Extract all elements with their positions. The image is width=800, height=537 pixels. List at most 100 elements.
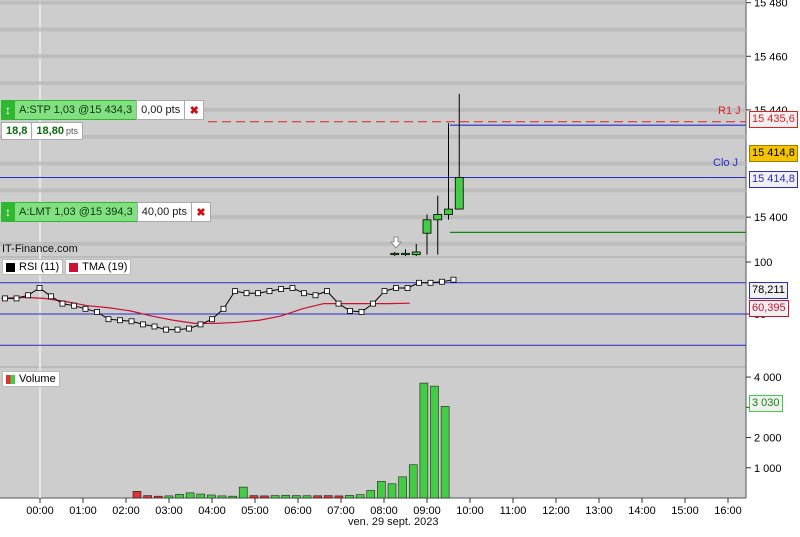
volume-swatch xyxy=(6,374,15,384)
volume-bar xyxy=(249,495,259,499)
volume-bar xyxy=(345,494,354,499)
volume-bar xyxy=(430,385,439,499)
rsi-point xyxy=(48,293,54,300)
volume-value-tag: 3 030 xyxy=(749,395,783,412)
candle-body xyxy=(454,177,464,210)
rsi-point xyxy=(105,316,112,323)
updown-arrow-icon[interactable]: ↕ xyxy=(1,100,15,120)
x-tick-label: 05:00 xyxy=(241,505,269,517)
volume-bar xyxy=(377,481,386,499)
clo-level-name: Clo J xyxy=(713,157,739,169)
x-tick-label: 12:00 xyxy=(542,505,570,517)
close-icon[interactable]: ✖ xyxy=(185,100,205,120)
volume-legend-label: Volume xyxy=(19,373,56,385)
rsi-legend-item[interactable]: RSI (11) xyxy=(2,259,64,275)
rsi-point xyxy=(25,292,31,299)
rsi-point xyxy=(255,290,261,297)
stop-order-ticket[interactable]: ↕ A:STP 1,03 @15 434,3 0,00 pts ✖ xyxy=(1,100,205,120)
volume-bar xyxy=(419,382,429,499)
x-tick-label: 06:00 xyxy=(284,505,312,517)
rsi-point xyxy=(393,285,399,291)
volume-bar xyxy=(408,464,418,499)
volume-bar xyxy=(143,495,152,499)
volume-bar xyxy=(398,476,407,499)
volume-bar xyxy=(313,495,322,499)
x-tick-label: 01:00 xyxy=(69,505,97,517)
rsi-point xyxy=(324,288,330,295)
volume-bar xyxy=(323,495,333,499)
tma-legend-label: TMA (19) xyxy=(82,261,128,273)
rsi-point xyxy=(450,276,457,283)
rsi-point xyxy=(140,321,146,328)
rsi-point xyxy=(151,323,158,330)
candle-body xyxy=(390,252,400,256)
current-price-value: 15 414,8 xyxy=(749,145,798,162)
stop-ticks-value: 18,8 xyxy=(1,122,33,140)
limit-order-points: 40,00 pts xyxy=(136,202,192,222)
price-y-tick-label: 15 480 xyxy=(754,0,788,10)
volume-bar xyxy=(292,495,301,499)
volume-panel-bg xyxy=(0,368,746,498)
volume-bar xyxy=(217,495,227,499)
tma-swatch xyxy=(69,262,79,272)
volume-bar xyxy=(440,406,450,499)
volume-bar xyxy=(175,494,184,499)
volume-bar xyxy=(153,495,163,499)
r1-level-value: 15 435,6 xyxy=(749,111,798,128)
rsi-point xyxy=(381,288,388,295)
rsi-point xyxy=(266,288,273,295)
rsi-point xyxy=(243,290,250,297)
stop-ticks-points: 18,80 pts xyxy=(32,122,83,140)
rsi-point xyxy=(186,325,192,332)
updown-arrow-icon[interactable]: ↕ xyxy=(1,202,15,222)
x-tick-label: 02:00 xyxy=(112,505,140,517)
date-label: ven. 29 sept. 2023 xyxy=(348,516,439,528)
rsi-point xyxy=(2,295,8,302)
volume-legend-item[interactable]: Volume xyxy=(2,371,60,387)
close-icon[interactable]: ✖ xyxy=(191,202,211,222)
tma-legend-item[interactable]: TMA (19) xyxy=(65,259,132,275)
volume-bar xyxy=(207,494,216,499)
x-tick-label: 15:00 xyxy=(671,505,699,517)
volume-bar xyxy=(260,495,269,499)
rsi-legend-label: RSI (11) xyxy=(19,261,60,273)
volume-bar xyxy=(334,495,344,499)
rsi-swatch xyxy=(6,262,15,272)
x-tick-label: 11:00 xyxy=(500,505,527,517)
volume-bar xyxy=(387,483,397,499)
rsi-point xyxy=(427,279,434,286)
trading-chart: 15 48015 46015 44015 400100504 0003 0002… xyxy=(0,0,800,532)
x-tick-label: 00:00 xyxy=(26,505,54,517)
rsi-point xyxy=(163,326,169,333)
stop-order-points: 0,00 pts xyxy=(136,100,186,120)
rsi-point xyxy=(358,309,365,315)
limit-order-label: A:LMT 1,03 @15 394,3 xyxy=(15,202,137,222)
clo-level-value: 15 414,8 xyxy=(749,171,798,188)
rsi-point xyxy=(71,302,77,309)
volume-bar xyxy=(366,490,376,499)
rsi-point xyxy=(416,279,422,286)
rsi-point xyxy=(347,307,353,314)
rsi-point xyxy=(289,285,296,291)
rsi-point xyxy=(117,317,123,324)
volume-bar xyxy=(185,492,195,499)
x-tick-label: 13:00 xyxy=(585,505,613,517)
rsi-point xyxy=(94,309,100,315)
volume-y-tick-label: 1 000 xyxy=(754,463,782,475)
rsi-point xyxy=(278,286,284,292)
x-tick-label: 10:00 xyxy=(456,505,484,517)
limit-order-ticket[interactable]: ↕ A:LMT 1,03 @15 394,3 40,00 pts ✖ xyxy=(1,202,211,222)
rsi-point xyxy=(209,316,215,323)
x-tick-label: 14:00 xyxy=(628,505,656,517)
volume-bar xyxy=(132,491,142,499)
volume-bar xyxy=(238,486,248,499)
rsi-point xyxy=(13,295,20,302)
candle-body xyxy=(411,251,421,256)
candle-body xyxy=(401,252,410,256)
x-tick-label: 03:00 xyxy=(155,505,183,517)
volume-bar xyxy=(164,495,174,499)
rsi-point xyxy=(128,318,135,325)
rsi-point xyxy=(312,292,319,299)
stop-order-label: A:STP 1,03 @15 434,3 xyxy=(15,100,137,120)
rsi-point xyxy=(335,300,342,307)
